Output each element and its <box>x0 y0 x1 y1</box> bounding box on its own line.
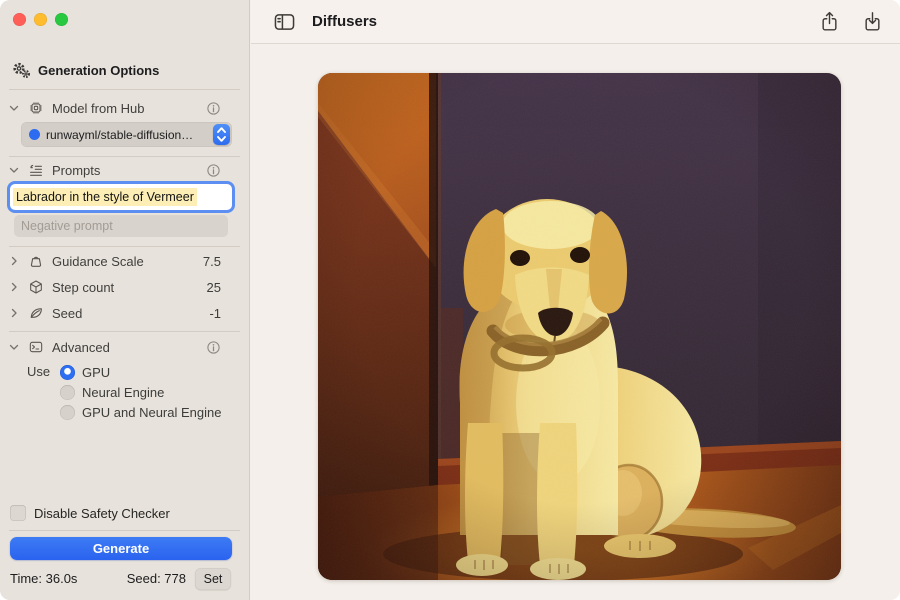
status-time: Time: 36.0s <box>10 571 77 586</box>
titlebar: Diffusers <box>251 0 900 44</box>
share-icon[interactable] <box>820 10 839 33</box>
chevron-down-icon[interactable] <box>8 102 20 114</box>
param-label: Guidance Scale <box>52 254 144 269</box>
chevron-right-icon[interactable] <box>8 307 20 319</box>
section-model-from-hub[interactable]: Model from Hub <box>8 98 221 118</box>
gears-icon <box>12 62 31 79</box>
radio-icon[interactable] <box>60 385 75 400</box>
status-seed: Seed: 778 <box>127 571 186 586</box>
chevron-right-icon[interactable] <box>8 281 20 293</box>
info-icon[interactable] <box>206 163 221 178</box>
chevron-down-icon[interactable] <box>8 341 20 353</box>
sidebar-header-label: Generation Options <box>38 63 159 78</box>
sidebar-header: Generation Options <box>12 62 159 79</box>
safety-checker-label: Disable Safety Checker <box>34 506 170 521</box>
radio-label: Neural Engine <box>82 385 164 400</box>
param-label: Seed <box>52 306 82 321</box>
prompts-section-label: Prompts <box>52 163 100 178</box>
radio-option-gpu-and-neural-engine[interactable]: GPU and Neural Engine <box>60 403 249 421</box>
divider <box>9 530 240 531</box>
negative-prompt-input[interactable] <box>14 215 228 237</box>
scale-weight-icon <box>28 253 44 269</box>
terminal-icon <box>28 339 44 355</box>
checkbox-icon[interactable] <box>10 505 26 521</box>
zoom-button[interactable] <box>55 13 68 26</box>
divider <box>9 331 240 332</box>
param-label: Step count <box>52 280 114 295</box>
sidebar-toggle-icon[interactable] <box>273 12 296 32</box>
param-row-guidance-scale[interactable]: Guidance Scale 7.5 <box>8 251 221 271</box>
download-icon[interactable] <box>863 10 882 33</box>
radio-selected-icon[interactable] <box>60 365 75 380</box>
model-dropdown[interactable]: runwayml/stable-diffusion… <box>21 122 232 147</box>
use-label: Use <box>27 364 50 379</box>
dropdown-stepper-icon[interactable] <box>213 124 230 145</box>
param-row-seed[interactable]: Seed -1 <box>8 303 221 323</box>
image-canvas <box>251 45 900 600</box>
info-icon[interactable] <box>206 340 221 355</box>
info-icon[interactable] <box>206 101 221 116</box>
radio-option-gpu[interactable]: GPU <box>60 363 249 381</box>
radio-label: GPU <box>82 365 110 380</box>
generate-button[interactable]: Generate <box>10 537 232 560</box>
param-value: -1 <box>209 306 221 321</box>
minimize-button[interactable] <box>34 13 47 26</box>
radio-label: GPU and Neural Engine <box>82 405 221 420</box>
chevron-down-icon[interactable] <box>8 164 20 176</box>
page-title: Diffusers <box>312 13 377 30</box>
model-section-label: Model from Hub <box>52 101 144 116</box>
app-window: Generation Options Model from Hub runway… <box>0 0 900 600</box>
param-value: 7.5 <box>203 254 221 269</box>
section-advanced[interactable]: Advanced <box>8 337 221 357</box>
chevron-right-icon[interactable] <box>8 255 20 267</box>
model-status-dot <box>29 129 40 140</box>
param-row-step-count[interactable]: Step count 25 <box>8 277 221 297</box>
generated-image-labrador-painting[interactable] <box>318 73 841 580</box>
chip-icon <box>28 100 44 116</box>
close-button[interactable] <box>13 13 26 26</box>
text-quote-icon <box>28 162 44 178</box>
prompt-input[interactable]: Labrador in the style of Vermeer <box>10 184 232 210</box>
prompt-text: Labrador in the style of Vermeer <box>13 188 197 206</box>
radio-icon[interactable] <box>60 405 75 420</box>
divider <box>9 246 240 247</box>
leaf-icon <box>28 305 44 321</box>
model-dropdown-value: runwayml/stable-diffusion… <box>46 128 213 142</box>
set-seed-button[interactable]: Set <box>195 568 231 590</box>
window-controls <box>13 13 68 26</box>
main-area: Diffusers <box>251 0 900 600</box>
radio-option-neural-engine[interactable]: Neural Engine <box>60 383 249 401</box>
advanced-section-label: Advanced <box>52 340 110 355</box>
param-value: 25 <box>207 280 221 295</box>
sidebar: Generation Options Model from Hub runway… <box>0 0 250 600</box>
divider <box>9 89 240 90</box>
safety-checker-row[interactable]: Disable Safety Checker <box>10 505 170 521</box>
section-prompts[interactable]: Prompts <box>8 160 221 180</box>
divider <box>9 156 240 157</box>
cube-icon <box>28 279 44 295</box>
